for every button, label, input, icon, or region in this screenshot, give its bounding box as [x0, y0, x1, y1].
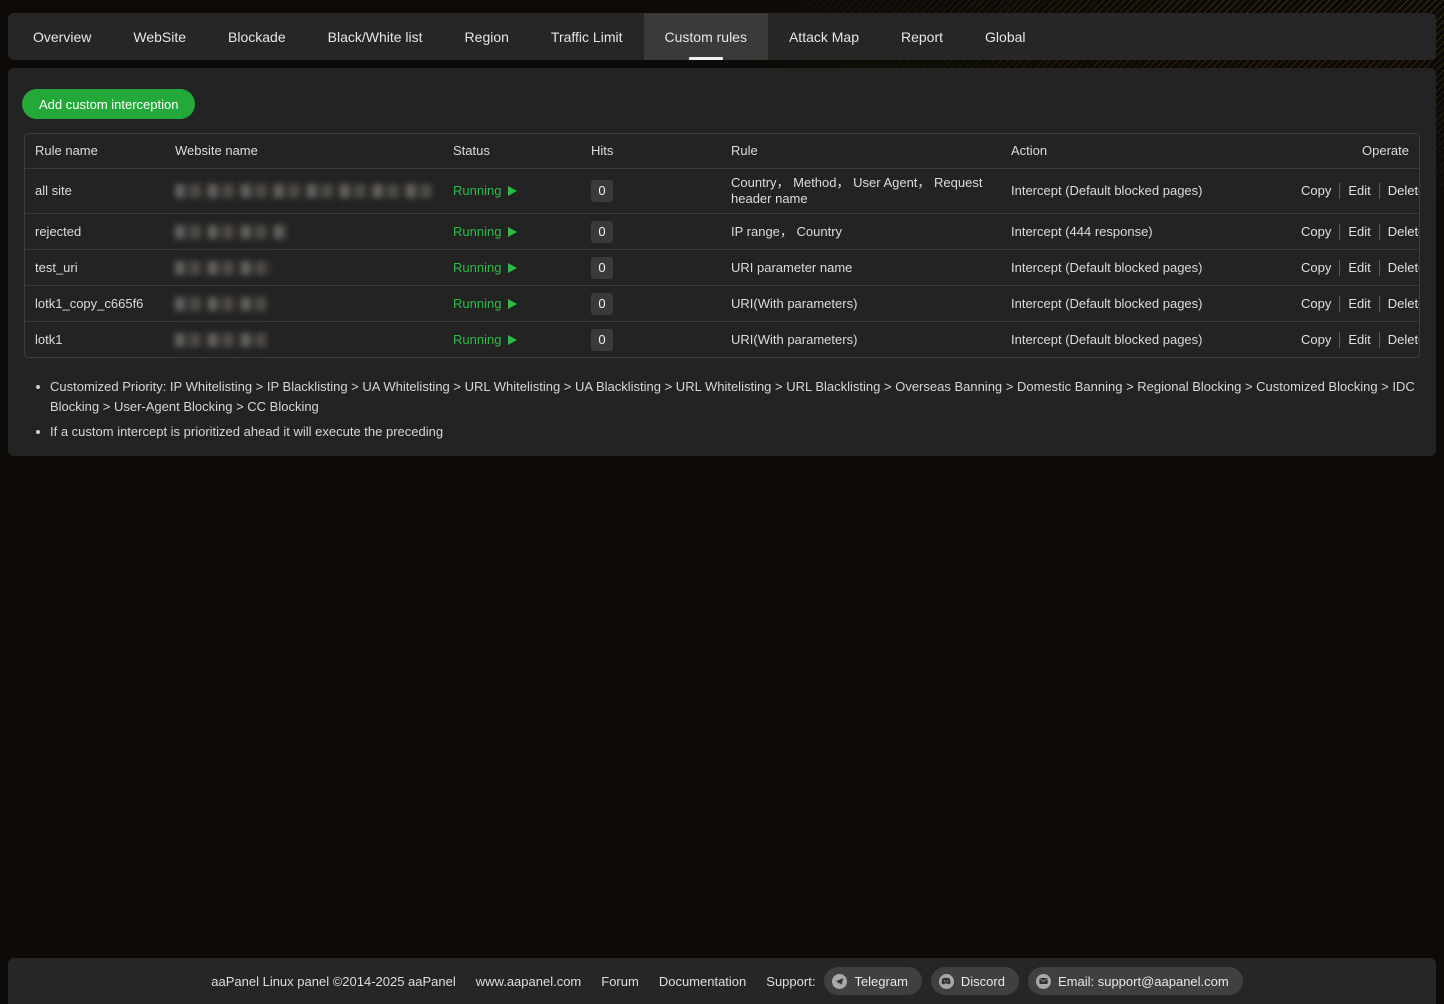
status-toggle[interactable]: Running	[453, 183, 517, 199]
footer-support-label: Support:	[766, 974, 815, 989]
table-row: lotk1_copy_c665f6 Running 0 URI(With par…	[25, 285, 1419, 321]
discord-button[interactable]: Discord	[931, 967, 1019, 995]
add-custom-interception-button[interactable]: Add custom interception	[22, 89, 195, 119]
tab-traffic-limit[interactable]: Traffic Limit	[530, 13, 644, 60]
col-header-rule-name: Rule name	[25, 134, 165, 168]
website-name-redacted	[175, 297, 268, 311]
tab-report[interactable]: Report	[880, 13, 964, 60]
action-cell: Intercept (Default blocked pages)	[1001, 286, 1283, 321]
play-icon	[508, 263, 517, 273]
rule-cell: URI(With parameters)	[721, 286, 1001, 321]
tab-custom-rules[interactable]: Custom rules	[644, 13, 768, 60]
hits-badge: 0	[591, 257, 613, 279]
copy-button[interactable]: Copy	[1293, 224, 1339, 240]
email-button[interactable]: Email: support@aapanel.com	[1028, 967, 1243, 995]
delete-button[interactable]: Delete	[1379, 296, 1420, 312]
telegram-button[interactable]: Telegram	[824, 967, 921, 995]
tab-overview[interactable]: Overview	[12, 13, 112, 60]
rule-name-cell: test_uri	[25, 250, 165, 285]
table-header-row: Rule name Website name Status Hits Rule …	[25, 134, 1419, 168]
website-name-redacted	[175, 333, 268, 347]
delete-button[interactable]: Delete	[1379, 183, 1420, 199]
hits-badge: 0	[591, 293, 613, 315]
copy-button[interactable]: Copy	[1293, 183, 1339, 199]
custom-rules-panel: Add custom interception Rule name Websit…	[8, 68, 1436, 456]
tab-attack-map[interactable]: Attack Map	[768, 13, 880, 60]
table-row: all site Running 0 Country， Method， User…	[25, 168, 1419, 213]
col-header-website-name: Website name	[165, 134, 443, 168]
rule-name-cell: all site	[25, 169, 165, 213]
discord-icon	[939, 974, 954, 989]
tab-global[interactable]: Global	[964, 13, 1046, 60]
status-toggle[interactable]: Running	[453, 332, 517, 348]
col-header-action: Action	[1001, 134, 1283, 168]
rule-name-cell: lotk1_copy_c665f6	[25, 286, 165, 321]
note-priority: Customized Priority: IP Whitelisting > I…	[24, 377, 1420, 417]
status-toggle[interactable]: Running	[453, 260, 517, 276]
play-icon	[508, 299, 517, 309]
footer-website-link[interactable]: www.aapanel.com	[476, 974, 582, 989]
active-tab-indicator	[689, 57, 723, 60]
table-row: test_uri Running 0 URI parameter name In…	[25, 249, 1419, 285]
rule-cell: URI parameter name	[721, 250, 1001, 285]
delete-button[interactable]: Delete	[1379, 260, 1420, 276]
edit-button[interactable]: Edit	[1339, 332, 1378, 348]
status-toggle[interactable]: Running	[453, 224, 517, 240]
copy-button[interactable]: Copy	[1293, 296, 1339, 312]
rule-cell: Country， Method， User Agent， Request hea…	[721, 169, 1001, 213]
footer-forum-link[interactable]: Forum	[601, 974, 639, 989]
rules-table: Rule name Website name Status Hits Rule …	[24, 133, 1420, 358]
tab-black-white-list[interactable]: Black/White list	[307, 13, 444, 60]
action-cell: Intercept (Default blocked pages)	[1001, 322, 1283, 357]
col-header-operate: Operate	[1283, 134, 1419, 168]
top-navbar: Overview WebSite Blockade Black/White li…	[8, 13, 1436, 60]
hits-badge: 0	[591, 329, 613, 351]
website-name-redacted	[175, 184, 433, 198]
delete-button[interactable]: Delete	[1379, 224, 1420, 240]
action-cell: Intercept (Default blocked pages)	[1001, 169, 1283, 213]
edit-button[interactable]: Edit	[1339, 224, 1378, 240]
hits-badge: 0	[591, 221, 613, 243]
rule-cell: URI(With parameters)	[721, 322, 1001, 357]
col-header-rule: Rule	[721, 134, 1001, 168]
col-header-status: Status	[443, 134, 581, 168]
play-icon	[508, 186, 517, 196]
website-name-redacted	[175, 261, 273, 275]
email-icon	[1036, 974, 1051, 989]
note-execution: If a custom intercept is prioritized ahe…	[24, 422, 1420, 442]
footer-documentation-link[interactable]: Documentation	[659, 974, 746, 989]
status-toggle[interactable]: Running	[453, 296, 517, 312]
rule-name-cell: rejected	[25, 214, 165, 249]
table-row: rejected Running 0 IP range， Country Int…	[25, 213, 1419, 249]
rule-name-cell: lotk1	[25, 322, 165, 357]
table-row: lotk1 Running 0 URI(With parameters) Int…	[25, 321, 1419, 357]
tab-region[interactable]: Region	[444, 13, 530, 60]
footer: aaPanel Linux panel ©2014-2025 aaPanel w…	[8, 958, 1436, 1004]
edit-button[interactable]: Edit	[1339, 260, 1378, 276]
website-name-redacted	[175, 225, 288, 239]
action-cell: Intercept (444 response)	[1001, 214, 1283, 249]
hits-badge: 0	[591, 180, 613, 202]
play-icon	[508, 227, 517, 237]
tab-website[interactable]: WebSite	[112, 13, 207, 60]
action-cell: Intercept (Default blocked pages)	[1001, 250, 1283, 285]
telegram-icon	[832, 974, 847, 989]
delete-button[interactable]: Delete	[1379, 332, 1420, 348]
edit-button[interactable]: Edit	[1339, 296, 1378, 312]
rule-cell: IP range， Country	[721, 214, 1001, 249]
tab-blockade[interactable]: Blockade	[207, 13, 307, 60]
play-icon	[508, 335, 517, 345]
col-header-hits: Hits	[581, 134, 721, 168]
footer-brand: aaPanel Linux panel ©2014-2025 aaPanel	[211, 974, 456, 989]
notes-list: Customized Priority: IP Whitelisting > I…	[24, 377, 1420, 447]
copy-button[interactable]: Copy	[1293, 332, 1339, 348]
edit-button[interactable]: Edit	[1339, 183, 1378, 199]
copy-button[interactable]: Copy	[1293, 260, 1339, 276]
